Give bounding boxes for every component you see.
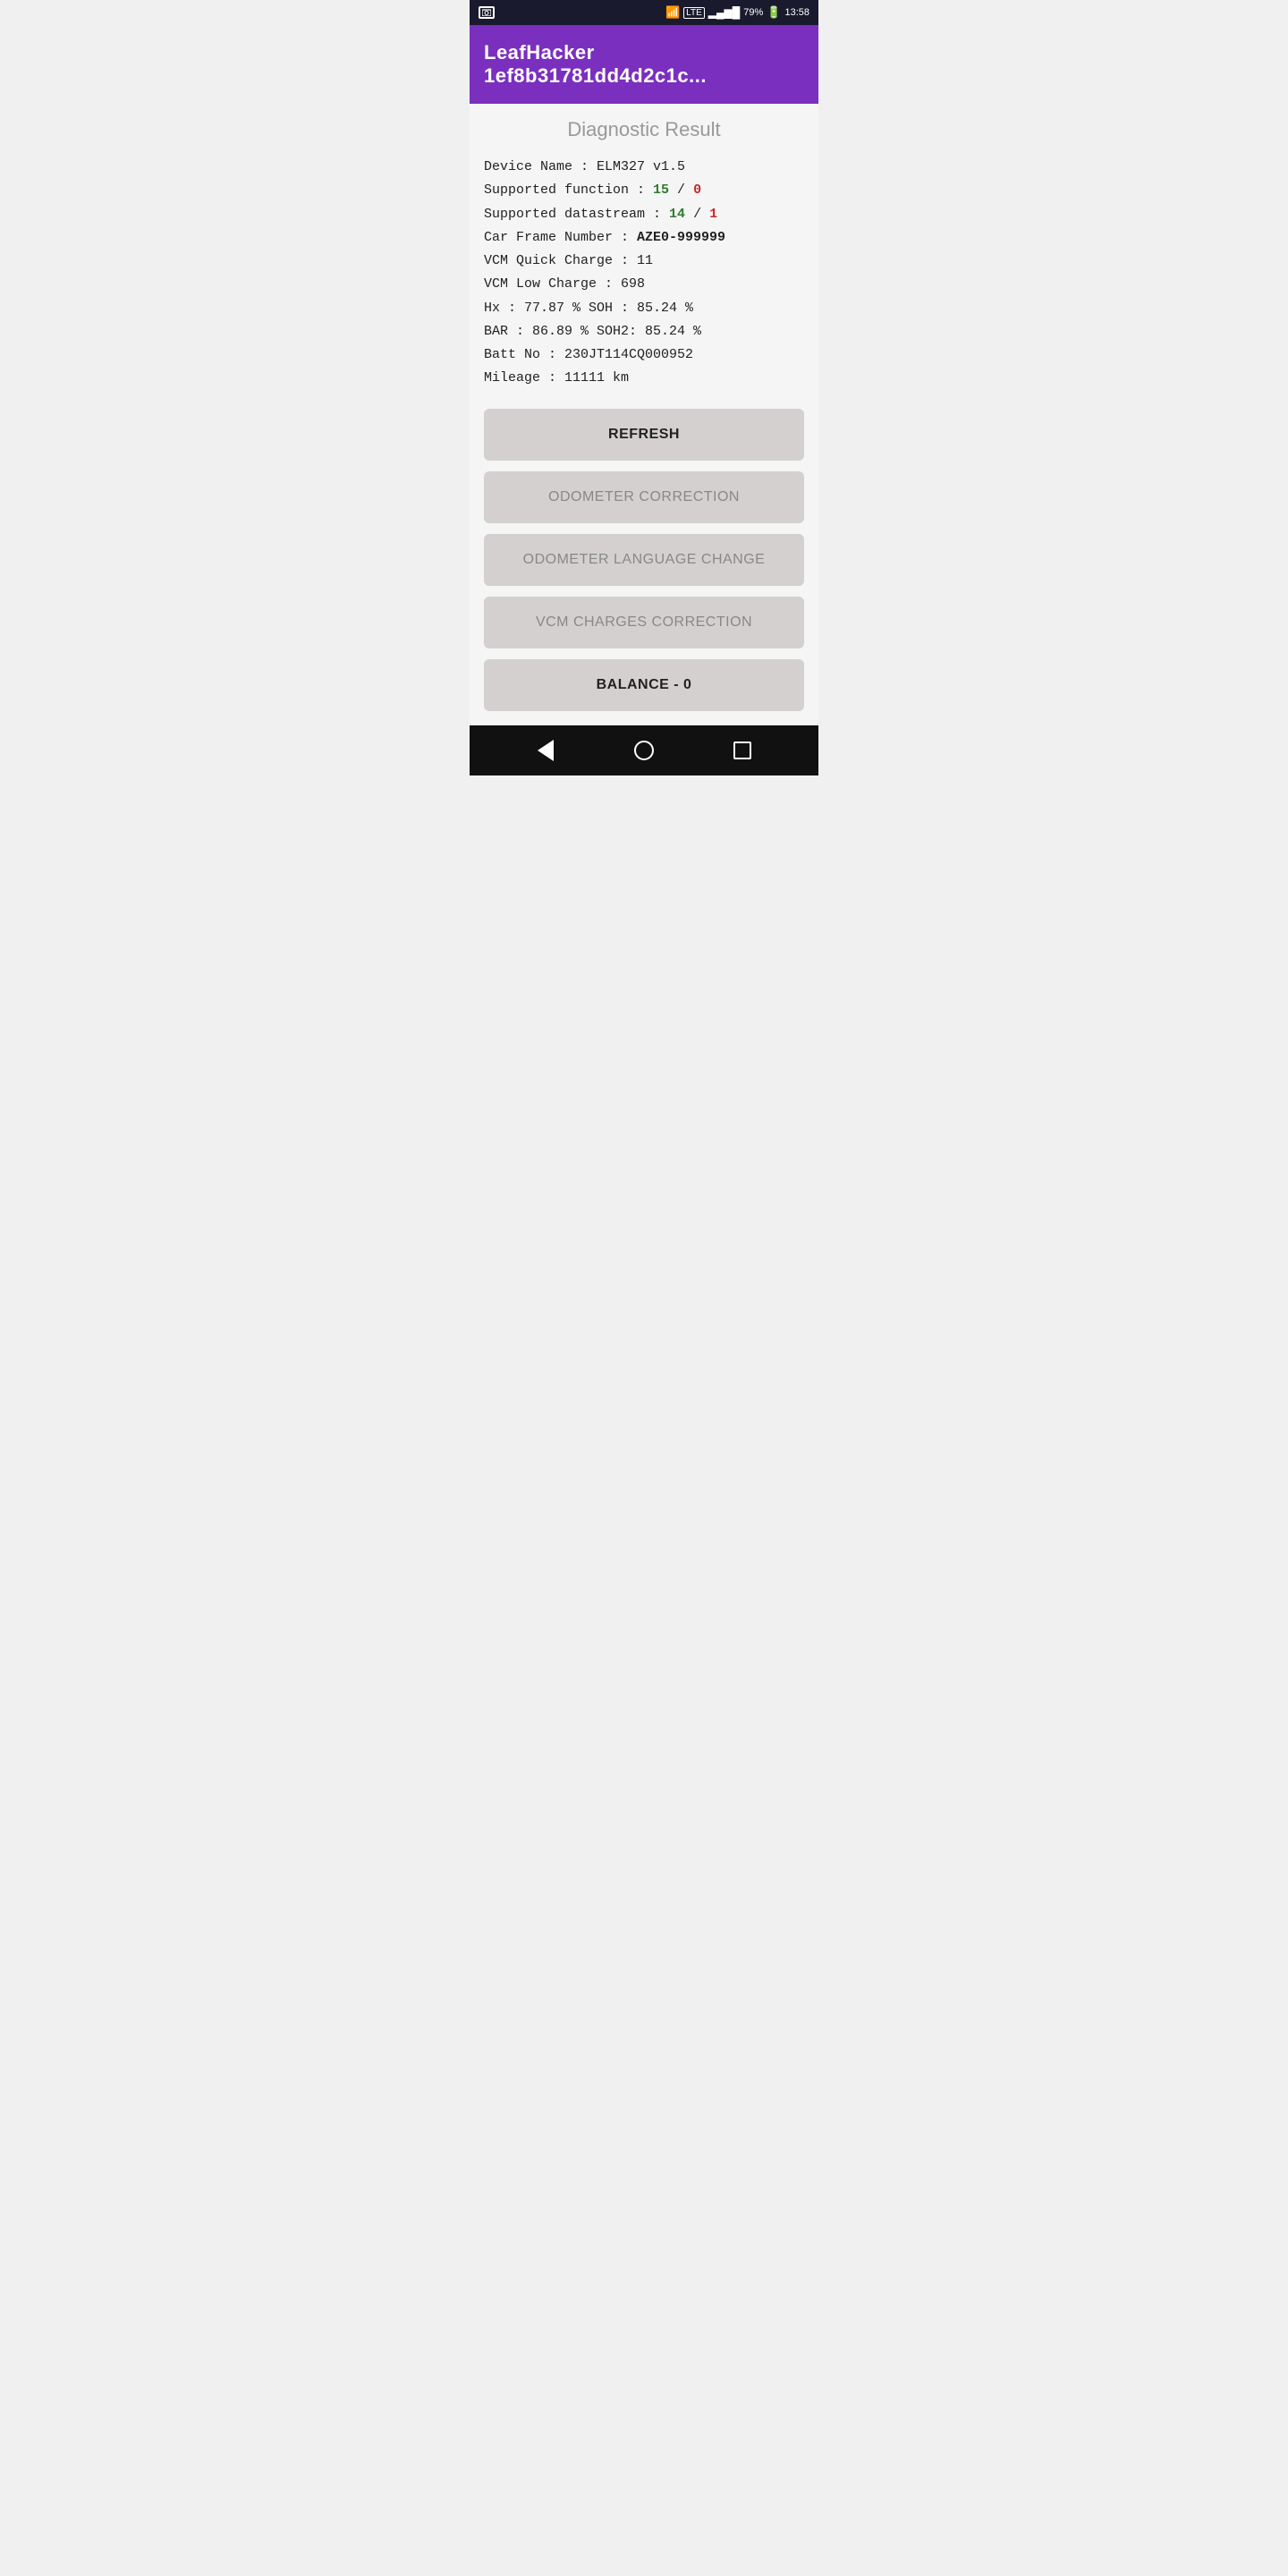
button-group: REFRESH ODOMETER CORRECTION ODOMETER LAN… bbox=[484, 409, 804, 711]
vcm-charges-button[interactable]: VCM CHARGES CORRECTION bbox=[484, 597, 804, 648]
vcm-quick-value: 11 bbox=[637, 253, 653, 268]
vcm-low-label: VCM Low Charge : bbox=[484, 276, 621, 292]
batt-no-value: 230JT114CQ000952 bbox=[564, 347, 693, 362]
hx-soh-line: Hx : 77.87 % SOH : 85.24 % bbox=[484, 297, 804, 320]
vcm-quick-label: VCM Quick Charge : bbox=[484, 253, 637, 268]
page-title: Diagnostic Result bbox=[484, 118, 804, 141]
photo-icon bbox=[479, 6, 495, 19]
mileage-label: Mileage : bbox=[484, 370, 564, 386]
soh2-label: SOH2: bbox=[589, 324, 645, 339]
recents-icon bbox=[733, 741, 751, 759]
bottom-nav bbox=[470, 725, 818, 775]
supported-datastream-green: 14 bbox=[669, 207, 685, 222]
batt-no-label: Batt No : bbox=[484, 347, 564, 362]
battery-icon: 🔋 bbox=[767, 5, 781, 20]
recents-button[interactable] bbox=[726, 734, 758, 767]
refresh-button[interactable]: REFRESH bbox=[484, 409, 804, 461]
battery-percent: 79% bbox=[743, 7, 763, 18]
lte-badge: LTE bbox=[683, 7, 705, 19]
car-frame-line: Car Frame Number : AZE0-999999 bbox=[484, 226, 804, 250]
batt-no-line: Batt No : 230JT114CQ000952 bbox=[484, 343, 804, 367]
hx-label: Hx : bbox=[484, 301, 524, 316]
car-frame-value: AZE0-999999 bbox=[637, 230, 725, 245]
supported-function-line: Supported function : 15 / 0 bbox=[484, 179, 804, 202]
back-button[interactable] bbox=[530, 734, 562, 767]
vcm-quick-line: VCM Quick Charge : 11 bbox=[484, 250, 804, 273]
device-name-line: Device Name : ELM327 v1.5 bbox=[484, 156, 804, 179]
app-header-title: LeafHacker 1ef8b31781dd4d2c1c... bbox=[484, 41, 707, 87]
supported-datastream-red: 1 bbox=[709, 207, 717, 222]
car-frame-label: Car Frame Number : bbox=[484, 230, 637, 245]
mileage-line: Mileage : 11111 km bbox=[484, 367, 804, 390]
home-button[interactable] bbox=[628, 734, 660, 767]
vcm-low-value: 698 bbox=[621, 276, 645, 292]
app-header: LeafHacker 1ef8b31781dd4d2c1c... bbox=[470, 25, 818, 104]
status-bar: 📶 LTE ▂▄▆█ 79% 🔋 13:58 bbox=[470, 0, 818, 25]
bar-value: 86.89 % bbox=[532, 324, 589, 339]
status-bar-left bbox=[479, 6, 495, 19]
odometer-correction-button[interactable]: ODOMETER CORRECTION bbox=[484, 471, 804, 523]
soh-value: 85.24 % bbox=[637, 301, 693, 316]
status-time: 13:58 bbox=[784, 7, 809, 18]
supported-function-red: 0 bbox=[693, 182, 701, 198]
supported-function-sep: / bbox=[669, 182, 693, 198]
bar-label: BAR : bbox=[484, 324, 532, 339]
signal-icon: ▂▄▆█ bbox=[708, 6, 740, 19]
device-name-label: Device Name : bbox=[484, 159, 597, 174]
status-bar-right: 📶 LTE ▂▄▆█ 79% 🔋 13:58 bbox=[665, 5, 809, 20]
supported-datastream-line: Supported datastream : 14 / 1 bbox=[484, 203, 804, 226]
soh2-value: 85.24 % bbox=[645, 324, 701, 339]
home-icon bbox=[634, 741, 654, 760]
balance-button[interactable]: BALANCE - 0 bbox=[484, 659, 804, 711]
soh-label: SOH : bbox=[580, 301, 637, 316]
supported-function-label: Supported function : bbox=[484, 182, 653, 198]
mileage-value: 11111 km bbox=[564, 370, 629, 386]
hx-value: 77.87 % bbox=[524, 301, 580, 316]
bar-soh2-line: BAR : 86.89 % SOH2: 85.24 % bbox=[484, 320, 804, 343]
device-name-value: ELM327 v1.5 bbox=[597, 159, 685, 174]
main-content: Diagnostic Result Device Name : ELM327 v… bbox=[470, 104, 818, 725]
supported-datastream-label: Supported datastream : bbox=[484, 207, 669, 222]
odometer-language-button[interactable]: ODOMETER LANGUAGE CHANGE bbox=[484, 534, 804, 586]
supported-datastream-sep: / bbox=[685, 207, 709, 222]
vcm-low-line: VCM Low Charge : 698 bbox=[484, 273, 804, 296]
back-icon bbox=[538, 740, 554, 761]
info-block: Device Name : ELM327 v1.5 Supported func… bbox=[484, 156, 804, 391]
supported-function-green: 15 bbox=[653, 182, 669, 198]
bluetooth-icon: 📶 bbox=[665, 5, 680, 20]
